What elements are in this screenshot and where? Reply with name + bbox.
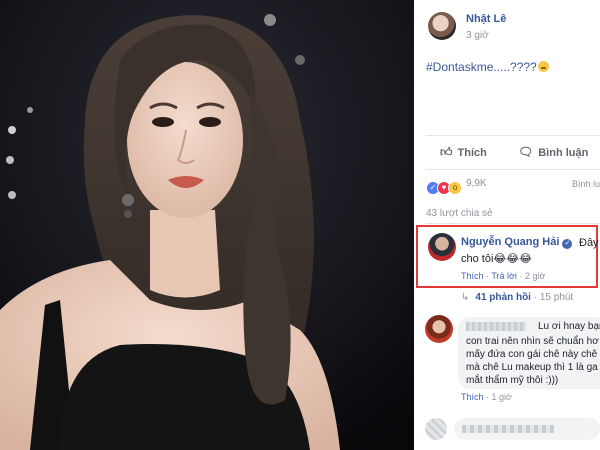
thumbs-up-icon: 👍︎ xyxy=(440,145,453,159)
comment-like-link[interactable]: Thích xyxy=(461,271,484,281)
woman-selfie-image xyxy=(0,0,414,450)
blurred-placeholder xyxy=(462,425,554,433)
comment-reply-link[interactable]: Trả lời xyxy=(491,271,517,281)
comment-line: mấy đứa con gái chê này chê xyxy=(466,349,598,360)
post-text: #Dontaskme.....???? xyxy=(426,60,549,74)
blurred-commenter-name[interactable] xyxy=(466,322,526,331)
reaction-count[interactable]: 9,9K xyxy=(466,178,487,189)
reply-arrow-icon: ↳ xyxy=(461,292,470,303)
commenter-name-text: Nguyễn Quang Hải xyxy=(461,236,560,248)
author-name[interactable]: Nhật Lê xyxy=(466,13,506,25)
comment-button[interactable]: 🗨︎ Bình luận xyxy=(518,145,588,159)
like-label: Thích xyxy=(457,147,487,159)
commenter-name[interactable]: Nguyễn Quang Hải ✓ xyxy=(461,236,573,249)
post-timestamp[interactable]: 3 giờ xyxy=(466,30,489,41)
comments-count-link[interactable]: Bình lu xyxy=(572,179,600,189)
comment-line: con trai nên nhìn sẽ chuẩn hơ xyxy=(466,336,599,347)
wow-reaction-icon: o xyxy=(448,181,462,195)
confused-emoji-icon xyxy=(537,61,549,72)
like-button[interactable]: 👍︎ Thích xyxy=(440,145,487,160)
replies-count: 41 phản hồi xyxy=(475,292,531,303)
divider xyxy=(426,169,600,170)
comment-line: Lu ơi hnay bạn đẹp xyxy=(538,321,600,332)
comment-line: mắt thẩm mỹ thôi :))) xyxy=(466,375,559,386)
comment-time[interactable]: 1 giờ xyxy=(492,392,512,402)
comment-text: Đây là xyxy=(579,237,600,249)
commenter-avatar[interactable] xyxy=(428,233,456,261)
replies-time: 15 phút xyxy=(539,292,574,303)
comment-line: mà chê Lu makeup thì 1 là ga xyxy=(466,362,598,373)
comment-icon: 🗨︎ xyxy=(518,145,534,159)
author-avatar[interactable] xyxy=(428,12,456,40)
post-photo[interactable] xyxy=(0,0,414,450)
view-replies-link[interactable]: ↳ 41 phản hồi · 15 phút xyxy=(461,292,573,303)
comment-meta: Thích · Trả lời · 2 giờ xyxy=(461,271,546,281)
divider xyxy=(426,223,600,224)
share-count[interactable]: 43 lượt chia sẻ xyxy=(426,208,493,219)
divider xyxy=(426,135,600,136)
reaction-icons[interactable]: ✓ ♥ o xyxy=(426,177,462,195)
comment-meta: Thích · 1 giờ xyxy=(461,392,512,402)
comment-text-continued: cho tôi😂😂😂 xyxy=(461,253,532,265)
commenter-avatar[interactable] xyxy=(425,315,453,343)
post-panel: Nhật Lê 3 giờ #Dontaskme.....???? 👍︎ Thíc… xyxy=(414,0,600,450)
comment-like-link[interactable]: Thích xyxy=(461,392,484,402)
comment-label: Bình luận xyxy=(538,147,589,159)
comment-time[interactable]: 2 giờ xyxy=(525,271,545,281)
verified-badge-icon: ✓ xyxy=(562,239,573,249)
current-user-avatar xyxy=(425,418,447,440)
post-text-content[interactable]: #Dontaskme.....???? xyxy=(426,60,537,74)
